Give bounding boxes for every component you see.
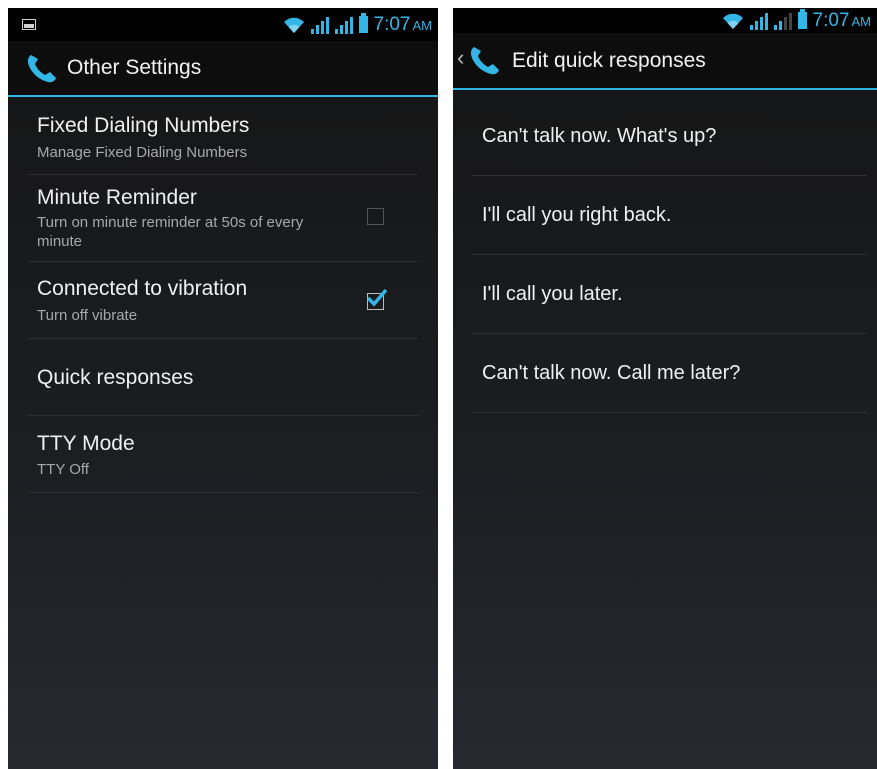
battery-icon [797, 9, 807, 29]
settings-list: Fixed Dialing Numbers Manage Fixed Diali… [28, 97, 418, 493]
back-chevron-icon[interactable]: ‹ [457, 45, 464, 71]
response-text: Can't talk now. What's up? [482, 125, 717, 147]
response-text: I'll call you later. [482, 283, 623, 305]
secondary-signal-icon [773, 12, 792, 30]
minute-reminder-item[interactable]: Minute Reminder Turn on minute reminder … [28, 175, 418, 262]
clock: 7:07 AM [812, 9, 871, 31]
phone-icon[interactable] [467, 43, 501, 77]
status-bar: 7:07 AM [453, 8, 877, 33]
check-icon [366, 288, 388, 307]
wifi-icon [722, 13, 743, 29]
connected-to-vibration-item[interactable]: Connected to vibration Turn off vibrate [28, 262, 418, 339]
quick-responses-list: Can't talk now. What's up? I'll call you… [472, 97, 867, 413]
edit-quick-responses-screen: 7:07 AM ‹ Edit quick responses Can't talk… [453, 8, 877, 769]
response-text: I'll call you right back. [482, 204, 672, 226]
quick-response-item[interactable]: I'll call you later. [472, 255, 867, 334]
tty-mode-item[interactable]: TTY Mode TTY Off [28, 416, 418, 493]
item-title: Minute Reminder [37, 186, 197, 209]
roaming-signal-icon [334, 16, 353, 34]
item-title: Fixed Dialing Numbers [37, 114, 250, 137]
item-summary: Turn on minute reminder at 50s of every … [37, 214, 304, 250]
wifi-icon [283, 17, 304, 33]
quick-response-item[interactable]: I'll call you right back. [472, 176, 867, 255]
page-title: Other Settings [67, 56, 202, 79]
item-summary: TTY Off [37, 461, 89, 478]
response-text: Can't talk now. Call me later? [482, 362, 741, 384]
item-summary: Turn off vibrate [37, 307, 138, 324]
action-bar: ‹ Edit quick responses [453, 33, 877, 90]
battery-icon [358, 13, 368, 33]
signal-strength-icon [310, 16, 329, 34]
item-title: Connected to vibration [37, 277, 248, 300]
status-bar: 7:07 AM [8, 8, 438, 41]
page-title: Edit quick responses [512, 48, 706, 72]
vibration-checkbox[interactable] [366, 288, 388, 310]
action-bar: Other Settings [8, 41, 438, 97]
item-summary: Manage Fixed Dialing Numbers [37, 144, 248, 161]
quick-responses-item[interactable]: Quick responses [28, 339, 418, 416]
other-settings-screen: 7:07 AM Other Settings Fixed Dialing Numb… [8, 8, 438, 769]
quick-response-item[interactable]: Can't talk now. Call me later? [472, 334, 867, 413]
signal-strength-icon [749, 12, 768, 30]
item-title: Quick responses [37, 366, 194, 389]
clock: 7:07 AM [373, 13, 432, 35]
minute-reminder-checkbox[interactable] [367, 208, 384, 225]
phone-icon[interactable] [24, 51, 58, 85]
fixed-dialing-numbers-item[interactable]: Fixed Dialing Numbers Manage Fixed Diali… [28, 97, 418, 175]
item-title: TTY Mode [37, 432, 135, 455]
screenshot-notification-icon [22, 19, 36, 30]
quick-response-item[interactable]: Can't talk now. What's up? [472, 97, 867, 176]
